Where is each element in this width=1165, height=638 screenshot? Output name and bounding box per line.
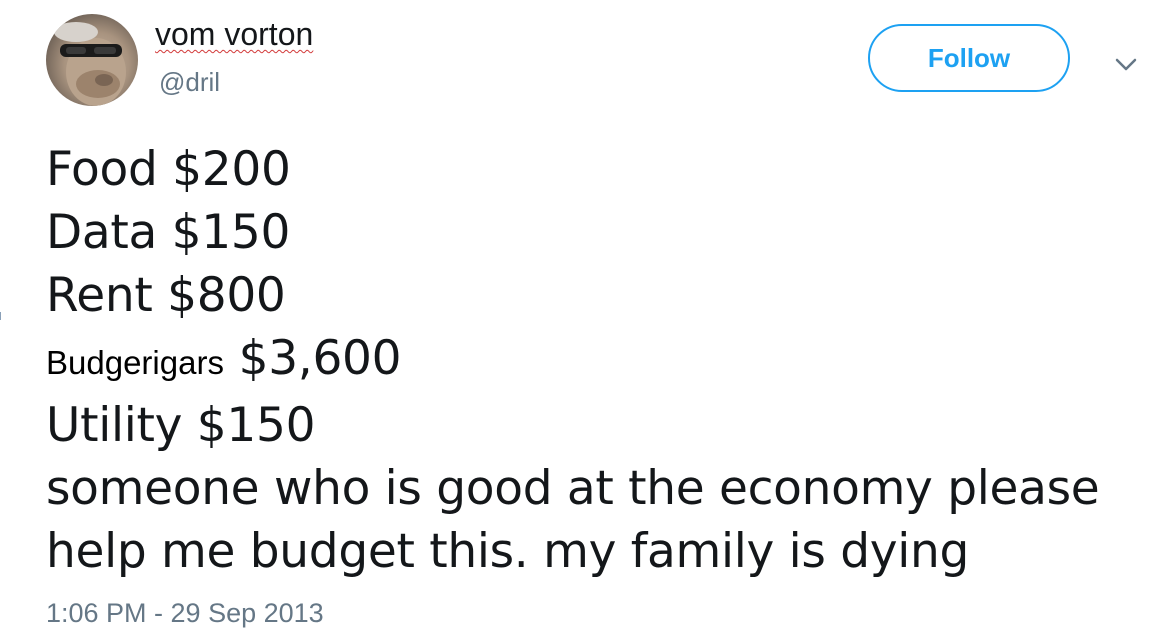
tweet-line-budgerigars: Budgerigars $3,600: [46, 327, 1146, 394]
tweet-line: Food $200: [46, 142, 291, 197]
budgerigars-amount: $3,600: [238, 331, 402, 386]
budgerigars-label: Budgerigars: [46, 344, 224, 381]
user-handle[interactable]: @dril: [159, 66, 220, 98]
follow-button-label: Follow: [927, 42, 1011, 73]
margin-mark: [0, 312, 4, 320]
tweet-line: Utility $150: [46, 398, 316, 453]
tweet-line: Rent $800: [46, 268, 286, 323]
tweet-line: help me budget this. my family is dying: [46, 524, 970, 579]
tweet-line: someone who is good at the economy pleas…: [46, 461, 1100, 516]
avatar-image: [54, 22, 126, 106]
tweet-line: Data $150: [46, 205, 291, 260]
avatar[interactable]: [46, 14, 138, 106]
tweet-text: Food $200 Data $150 Rent $800 Budgerigar…: [46, 138, 1146, 583]
follow-button[interactable]: Follow: [868, 24, 1070, 92]
tweet-timestamp[interactable]: 1:06 PM - 29 Sep 2013: [46, 596, 324, 630]
display-name[interactable]: vom vorton: [155, 14, 313, 54]
chevron-down-icon[interactable]: [1112, 50, 1140, 78]
